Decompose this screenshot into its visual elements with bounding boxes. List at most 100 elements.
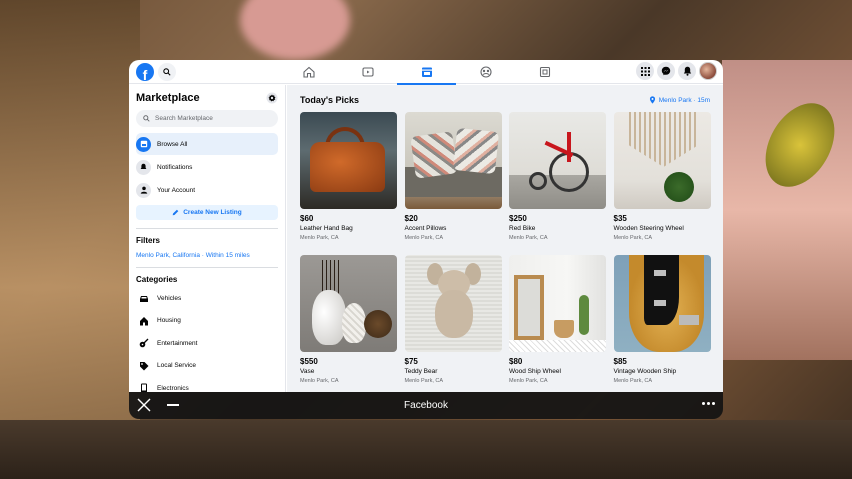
listing-title: Red Bike: [509, 225, 536, 232]
listing-price: $550: [300, 357, 318, 366]
tab-gaming[interactable]: [515, 60, 574, 84]
listing-price: $85: [613, 357, 627, 366]
marketplace-icon: [421, 67, 432, 77]
notifications-button[interactable]: [678, 62, 696, 80]
bell-icon: [136, 159, 151, 175]
search-icon: [163, 68, 171, 76]
listing-card[interactable]: $550 Vase Menlo Park, CA: [300, 255, 397, 392]
listing-location: Menlo Park, CA: [509, 378, 548, 384]
top-right-actions: [636, 62, 717, 80]
listing-card[interactable]: $20 Accent Pillows Menlo Park, CA: [404, 112, 502, 255]
create-new-listing-button[interactable]: Create New Listing: [136, 205, 278, 220]
listing-title: Leather Hand Bag: [300, 225, 353, 232]
sidebar-title: Marketplace: [136, 92, 200, 104]
create-listing-label: Create New Listing: [183, 209, 242, 216]
listing-image: [404, 112, 502, 209]
background-lamp: [240, 0, 350, 60]
pencil-icon: [172, 209, 179, 216]
gaming-icon: [539, 66, 550, 78]
person-icon: [136, 182, 151, 198]
tab-home[interactable]: [279, 60, 338, 84]
category-electronics[interactable]: Electronics: [136, 377, 278, 392]
minimize-icon[interactable]: [167, 404, 179, 406]
listing-grid: $60 Leather Hand Bag Menlo Park, CA $20 …: [300, 112, 711, 392]
listing-title: Vase: [300, 368, 315, 375]
car-icon: [136, 291, 151, 306]
listing-card[interactable]: $85 Vintage Wooden Ship Menlo Park, CA: [613, 255, 711, 392]
menu-button[interactable]: [636, 62, 654, 80]
listing-price: $75: [404, 357, 418, 366]
house-icon: [136, 313, 151, 328]
category-label: Electronics: [157, 384, 189, 392]
facebook-window: f Marketplace Search Marketplace Browse …: [129, 60, 723, 392]
listing-card[interactable]: $35 Wooden Steering Wheel Menlo Park, CA: [613, 112, 711, 255]
sidebar-header: Marketplace: [136, 92, 278, 104]
background-right: [722, 60, 852, 360]
window-title-bar: Facebook: [129, 392, 723, 419]
listing-title: Wood Ship Wheel: [509, 368, 561, 375]
sidebar-item-notifications[interactable]: Notifications: [136, 156, 278, 178]
listing-card[interactable]: $80 Wood Ship Wheel Menlo Park, CA: [509, 255, 606, 392]
category-entertainment[interactable]: Entertainment: [136, 332, 278, 355]
listing-card[interactable]: $60 Leather Hand Bag Menlo Park, CA: [300, 112, 397, 255]
listing-location: Menlo Park, CA: [509, 235, 548, 241]
listing-image: [404, 255, 502, 352]
listing-location: Menlo Park, CA: [300, 235, 339, 241]
feed-header: Today's Picks Menlo Park · 15m: [300, 94, 710, 106]
categories-heading: Categories: [136, 275, 178, 284]
location-selector[interactable]: Menlo Park · 15m: [649, 96, 710, 104]
tab-groups[interactable]: [456, 60, 515, 84]
category-local-service[interactable]: Local Service: [136, 355, 278, 378]
listing-title: Accent Pillows: [404, 225, 447, 232]
sidebar-item-browse-all[interactable]: Browse All: [136, 133, 278, 155]
listing-location: Menlo Park, CA: [613, 378, 653, 384]
marketplace-feed: Today's Picks Menlo Park · 15m $60 Leath…: [287, 85, 723, 392]
store-icon: [136, 136, 151, 152]
sidebar-item-your-account[interactable]: Your Account: [136, 179, 278, 201]
listing-image: [300, 255, 397, 352]
listing-card[interactable]: $75 Teddy Bear Menlo Park, CA: [404, 255, 502, 392]
location-label: Menlo Park · 15m: [658, 96, 710, 104]
category-label: Local Service: [157, 362, 197, 370]
sidebar-item-label: Browse All: [157, 140, 188, 148]
sidebar-item-label: Your Account: [157, 186, 196, 194]
tag-icon: [136, 358, 151, 373]
tab-watch[interactable]: [338, 60, 397, 84]
top-navigation-bar: f: [129, 60, 723, 85]
gear-icon[interactable]: [266, 92, 278, 104]
tab-marketplace[interactable]: [397, 60, 456, 85]
search-marketplace-input[interactable]: Search Marketplace: [136, 110, 278, 127]
category-housing[interactable]: Housing: [136, 310, 278, 333]
facebook-logo[interactable]: f: [136, 63, 154, 81]
watch-icon: [361, 67, 374, 77]
window-title: Facebook: [404, 400, 448, 411]
close-icon[interactable]: [137, 398, 151, 412]
listing-image: [613, 112, 711, 209]
marketplace-sidebar: Marketplace Search Marketplace Browse Al…: [129, 85, 286, 392]
listing-image: [300, 112, 397, 209]
category-vehicles[interactable]: Vehicles: [136, 287, 278, 310]
phone-icon: [136, 381, 151, 392]
divider: [136, 228, 278, 229]
category-label: Entertainment: [157, 339, 198, 347]
location-filter-link[interactable]: Menlo Park, California · Within 15 miles: [136, 252, 278, 259]
listing-price: $80: [509, 357, 523, 366]
search-icon: [143, 115, 150, 122]
listing-card[interactable]: $250 Red Bike Menlo Park, CA: [509, 112, 606, 255]
listing-price: $60: [300, 214, 314, 223]
menu-grid-icon: [640, 66, 650, 76]
listing-location: Menlo Park, CA: [613, 235, 653, 241]
more-options-icon[interactable]: [702, 402, 715, 405]
guitar-icon: [136, 336, 151, 351]
background-left: [0, 0, 140, 479]
feed-title: Today's Picks: [300, 95, 360, 105]
listing-image: [509, 112, 606, 209]
listing-location: Menlo Park, CA: [300, 378, 339, 384]
search-button[interactable]: [158, 63, 176, 81]
home-icon: [302, 66, 315, 78]
category-label: Housing: [157, 317, 181, 325]
profile-avatar[interactable]: [699, 62, 717, 80]
main-nav-tabs: [279, 60, 574, 85]
listing-price: $35: [613, 214, 627, 223]
messenger-button[interactable]: [657, 62, 675, 80]
